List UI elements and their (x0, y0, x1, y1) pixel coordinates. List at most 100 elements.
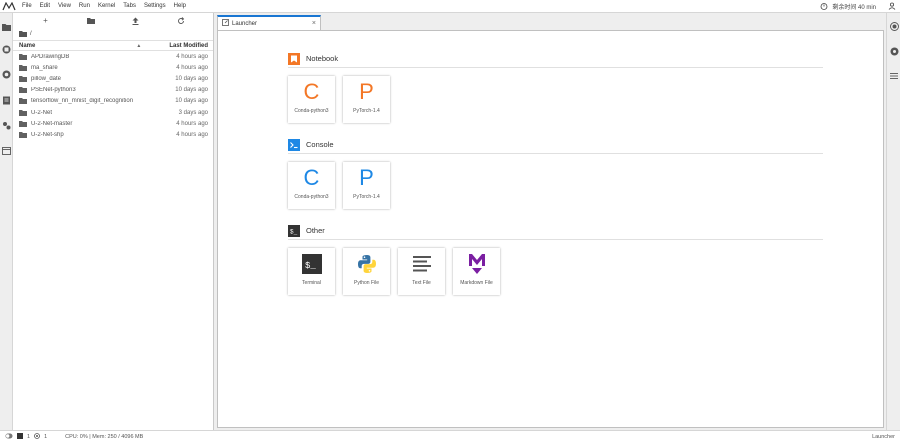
markdown-file-card[interactable]: Markdown File (453, 248, 500, 295)
kernel-letter-icon: P (359, 165, 374, 190)
file-row[interactable]: U-2-Net-shp 4 hours ago (13, 129, 213, 140)
menu-tabs[interactable]: Tabs (119, 0, 140, 13)
debugger-icon[interactable] (889, 21, 899, 31)
column-name-header[interactable]: Name (19, 43, 136, 49)
other-section: $_ Other $_ Terminal Python File Text Fi… (288, 224, 823, 295)
notebook-card-conda-python3[interactable]: C Conda-python3 (288, 76, 335, 123)
tab-label: Launcher (232, 20, 258, 27)
new-launcher-button[interactable]: + (40, 15, 52, 27)
card-label: PyTorch-1.4 (353, 108, 380, 114)
refresh-icon (177, 16, 184, 24)
property-inspector-icon[interactable] (1, 95, 12, 106)
python-file-card[interactable]: Python File (343, 248, 390, 295)
table-of-contents-icon[interactable] (889, 71, 899, 81)
file-row[interactable]: tensorflow_nn_mnist_digit_recognition 10 … (13, 96, 213, 107)
card-label: Conda-python3 (294, 108, 329, 114)
notebook-cards: C Conda-python3 P PyTorch-1.4 (288, 76, 823, 123)
file-row[interactable]: ma_share 4 hours ago (13, 62, 213, 73)
file-name: pillow_date (31, 75, 62, 82)
file-row[interactable]: APDrawingDB 4 hours ago (13, 51, 213, 62)
console-card-pytorch[interactable]: P PyTorch-1.4 (343, 162, 390, 209)
jupyterlab-window: File Edit View Run Kernel Tabs Settings … (0, 0, 900, 442)
menu-edit[interactable]: Edit (36, 0, 54, 13)
python-logo-icon (357, 248, 377, 280)
terminal-count[interactable]: 1 (27, 434, 30, 440)
notebook-icon (288, 52, 300, 65)
upload-button[interactable] (130, 15, 142, 27)
column-modified-header[interactable]: Last Modified (169, 43, 208, 49)
file-row[interactable]: pillow_date 10 days ago (13, 73, 213, 84)
status-bar: 1 1 CPU: 0% | Mem: 250 / 4096 MB Launche… (0, 430, 900, 442)
text-file-card[interactable]: Text File (398, 248, 445, 295)
terminal-card[interactable]: $_ Terminal (288, 248, 335, 295)
folder-icon (19, 120, 28, 128)
kernel-letter-icon: P (359, 79, 374, 104)
new-folder-button[interactable] (85, 15, 97, 27)
menu-file[interactable]: File (18, 0, 36, 13)
file-row[interactable]: U-2-Net-master 4 hours ago (13, 118, 213, 129)
console-icon (288, 138, 300, 151)
right-sidebar (886, 13, 900, 430)
file-name: PSENet-python3 (31, 87, 76, 94)
folder-icon[interactable] (1, 21, 12, 32)
kernel-letter-icon: C (303, 79, 320, 104)
file-name: U-2-Net-master (31, 120, 73, 127)
extension-manager-icon[interactable] (1, 120, 12, 131)
notebook-section: Notebook C Conda-python3 P PyTorch-1.4 (288, 52, 823, 123)
property-inspector-icon[interactable] (889, 46, 899, 56)
card-label: Terminal (302, 280, 321, 286)
menu-kernel[interactable]: Kernel (94, 0, 119, 13)
card-label: Conda-python3 (294, 194, 329, 200)
card-label: Markdown File (460, 280, 493, 286)
launcher-panel: Notebook C Conda-python3 P PyTorch-1.4 C… (217, 30, 884, 428)
file-row[interactable]: PSENet-python3 10 days ago (13, 85, 213, 96)
menu-run[interactable]: Run (75, 0, 94, 13)
breadcrumb: / (13, 28, 213, 40)
notebook-card-pytorch[interactable]: P PyTorch-1.4 (343, 76, 390, 123)
kernel-letter-icon: C (303, 165, 320, 190)
folder-icon (19, 64, 28, 72)
close-icon[interactable]: × (312, 20, 316, 27)
file-row[interactable]: U-2-Net 3 days ago (13, 107, 213, 118)
user-icon[interactable] (888, 2, 896, 12)
menu-bar: File Edit View Run Kernel Tabs Settings … (0, 0, 900, 13)
folder-icon (19, 109, 28, 117)
sort-arrow-icon: ▲ (136, 42, 142, 49)
file-browser-toolbar: + (13, 13, 213, 28)
timer-text: 剩余时间 40 min (832, 5, 876, 11)
folder-icon (19, 53, 28, 61)
menu-help[interactable]: Help (170, 0, 190, 13)
menu-items: File Edit View Run Kernel Tabs Settings … (18, 0, 190, 13)
menu-right: 剩余时间 40 min (820, 0, 896, 13)
kernel-count[interactable]: 1 (44, 434, 47, 440)
file-name: U-2-Net-shp (31, 131, 64, 138)
folder-icon (19, 97, 28, 105)
menu-view[interactable]: View (54, 0, 75, 13)
console-section-title: Console (306, 140, 334, 149)
refresh-button[interactable] (175, 15, 187, 27)
console-section-header: Console (288, 138, 823, 154)
file-modified: 3 days ago (178, 109, 208, 116)
file-name: ma_share (31, 64, 58, 71)
jupyter-logo-icon (0, 0, 18, 13)
file-modified: 4 hours ago (176, 120, 208, 127)
commands-icon[interactable] (1, 69, 12, 80)
console-card-conda-python3[interactable]: C Conda-python3 (288, 162, 335, 209)
breadcrumb-path[interactable]: / (30, 31, 32, 37)
file-tree-icon[interactable] (1, 145, 12, 156)
file-modified: 4 hours ago (176, 53, 208, 60)
menu-settings[interactable]: Settings (140, 0, 170, 13)
tab-launcher[interactable]: Launcher × (217, 15, 321, 30)
console-cards: C Conda-python3 P PyTorch-1.4 (288, 162, 823, 209)
running-sessions-icon[interactable] (1, 44, 12, 55)
folder-icon (19, 86, 28, 94)
home-folder-icon[interactable] (19, 30, 27, 39)
other-cards: $_ Terminal Python File Text File Markdo… (288, 248, 823, 295)
folder-icon (19, 131, 28, 139)
left-activity-bar (0, 13, 13, 430)
card-label: Python File (353, 280, 379, 286)
plus-icon: + (43, 16, 48, 25)
svg-text:$_: $_ (290, 228, 298, 235)
file-modified: 10 days ago (175, 75, 208, 82)
simple-mode-toggle-icon[interactable] (5, 433, 13, 441)
